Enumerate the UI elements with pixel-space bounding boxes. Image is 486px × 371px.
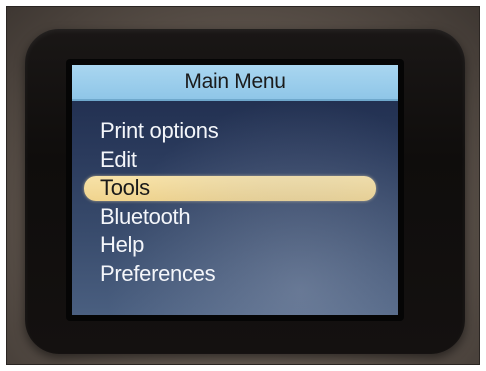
menu-item-print-options[interactable]: Print options xyxy=(84,117,384,146)
device-screen: Main Menu Print options Edit Tools Bluet… xyxy=(72,65,398,315)
menu-item-preferences[interactable]: Preferences xyxy=(84,260,384,289)
menu-item-label: Help xyxy=(100,232,145,257)
menu-item-label: Print options xyxy=(100,118,219,143)
menu-item-tools[interactable]: Tools xyxy=(84,174,384,203)
main-menu-list: Print options Edit Tools Bluetooth Help … xyxy=(84,117,384,288)
menu-item-label: Bluetooth xyxy=(100,203,191,229)
menu-title: Main Menu xyxy=(184,70,286,93)
menu-item-edit[interactable]: Edit xyxy=(84,146,384,175)
menu-item-label: Preferences xyxy=(100,260,216,286)
menu-item-label: Edit xyxy=(100,146,137,172)
menu-item-label: Tools xyxy=(100,175,150,200)
menu-item-help[interactable]: Help xyxy=(84,231,384,260)
menu-item-bluetooth[interactable]: Bluetooth xyxy=(84,203,384,232)
title-bar: Main Menu xyxy=(72,65,398,101)
